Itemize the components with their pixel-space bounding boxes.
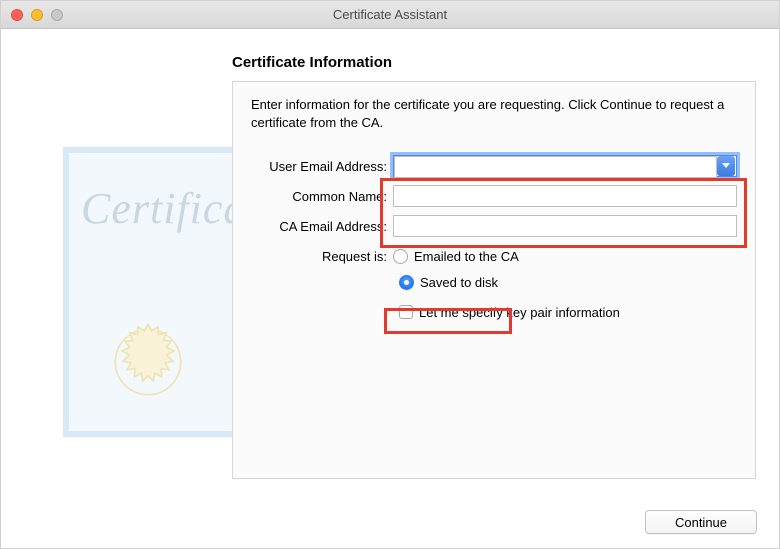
row-common-name: Common Name: [251,185,737,207]
label-common-name: Common Name: [251,189,393,204]
instructions-text: Enter information for the certificate yo… [251,96,737,131]
option-specify-label: Let me specify key pair information [419,305,620,320]
panel: Certificate Information Enter informatio… [232,54,756,489]
certificate-illustration: Certificate [63,147,241,437]
option-saved[interactable]: Saved to disk [399,271,737,293]
option-specify[interactable]: Let me specify key pair information [399,301,737,323]
window-title: Certificate Assistant [333,7,447,22]
user-email-input[interactable] [394,156,717,178]
options-stack: Saved to disk Let me specify key pair in… [251,271,737,323]
row-ca-email: CA Email Address: [251,215,737,237]
ca-email-input[interactable] [393,215,737,237]
window: Certificate Assistant Certificate Certif… [0,0,780,549]
content: Certificate Certificate Information Ente… [1,29,779,548]
radio-saved[interactable] [399,275,414,290]
close-button[interactable] [11,9,23,21]
row-user-email: User Email Address: [251,155,737,177]
panel-box: Enter information for the certificate yo… [232,81,756,479]
radio-emailed[interactable] [393,249,408,264]
label-request: Request is: [251,249,393,264]
label-ca-email: CA Email Address: [251,219,393,234]
option-emailed-label: Emailed to the CA [414,249,519,264]
footer: Continue [645,510,757,534]
minimize-button[interactable] [31,9,43,21]
chevron-down-icon[interactable] [717,156,735,176]
user-email-combobox[interactable] [393,155,737,177]
zoom-button[interactable] [51,9,63,21]
seal-icon [105,319,191,405]
option-saved-label: Saved to disk [420,275,498,290]
row-request: Request is: Emailed to the CA [251,245,737,267]
common-name-input[interactable] [393,185,737,207]
continue-button[interactable]: Continue [645,510,757,534]
titlebar: Certificate Assistant [1,1,779,29]
checkbox-specify[interactable] [399,305,413,319]
option-emailed[interactable]: Emailed to the CA [393,245,737,267]
traffic-lights [11,9,63,21]
label-user-email: User Email Address: [251,159,393,174]
panel-title: Certificate Information [232,54,756,71]
